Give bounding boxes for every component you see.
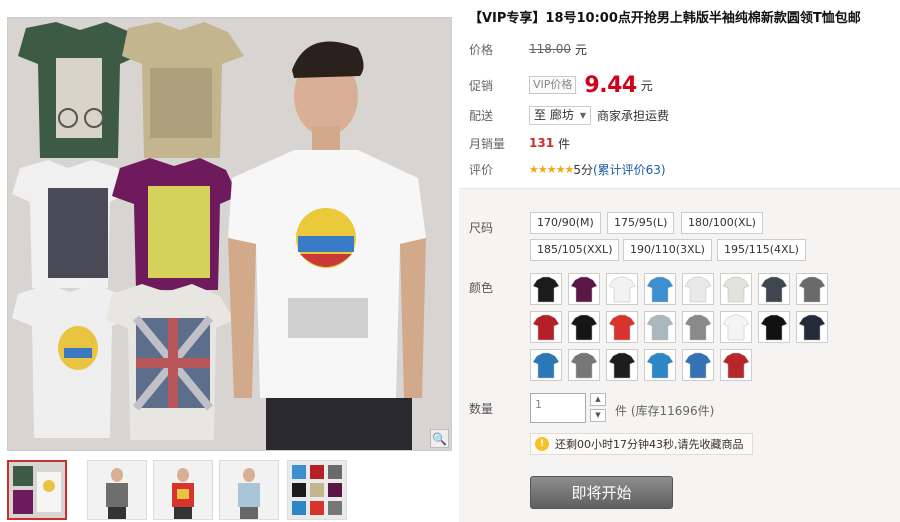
color-swatch[interactable] — [758, 311, 790, 343]
countdown-text: 还剩00小时17分钟43秒,请先收藏商品 — [555, 438, 744, 451]
rating-score: 5分 — [573, 162, 593, 177]
price-unit: 元 — [575, 42, 588, 57]
color-swatch[interactable] — [530, 311, 562, 343]
swatch-shirt-image — [722, 276, 750, 303]
color-swatch[interactable] — [720, 273, 752, 305]
swatch-shirt-image — [760, 314, 788, 341]
swatch-shirt-image — [532, 314, 560, 341]
size-option[interactable]: 175/95(L) — [607, 212, 675, 234]
size-option[interactable]: 195/115(4XL) — [717, 239, 806, 261]
color-swatch[interactable] — [568, 311, 600, 343]
countdown-tip: ! 还剩00小时17分钟43秒,请先收藏商品 — [530, 433, 753, 455]
swatch-shirt-image — [532, 276, 560, 303]
chevron-down-icon: ▼ — [579, 110, 586, 120]
swatch-shirt-image — [608, 276, 636, 303]
swatch-shirt-image — [570, 276, 598, 303]
color-swatch[interactable] — [530, 349, 562, 381]
swatch-shirt-image — [532, 352, 560, 379]
swatch-shirt-image — [722, 352, 750, 379]
swatch-shirt-image — [798, 314, 826, 341]
color-swatch[interactable] — [720, 349, 752, 381]
color-swatch[interactable] — [606, 311, 638, 343]
size-option[interactable]: 185/105(XXL) — [530, 239, 620, 261]
rating-row: 评价 ★★★★★ 5分 (累计评价63) — [469, 158, 666, 180]
quantity-decrease-button[interactable]: ▼ — [590, 409, 606, 422]
color-swatch[interactable] — [682, 273, 714, 305]
shipping-note: 商家承担运费 — [596, 108, 669, 123]
size-label: 尺码 — [469, 221, 494, 235]
price-row: 价格 118.00 元 — [469, 38, 587, 60]
color-swatch[interactable] — [568, 349, 600, 381]
swatch-shirt-image — [608, 352, 636, 379]
destination-select[interactable]: 至 廊坊 ▼ — [529, 105, 591, 125]
swatch-shirt-image — [646, 314, 674, 341]
color-swatch[interactable] — [530, 273, 562, 305]
color-swatch[interactable] — [758, 273, 790, 305]
thumbnail-2[interactable] — [87, 460, 147, 520]
size-option[interactable]: 180/100(XL) — [681, 212, 763, 234]
color-label: 颜色 — [469, 281, 494, 295]
thumbnail-5[interactable] — [287, 460, 347, 520]
swatch-shirt-image — [760, 276, 788, 303]
promo-row: 促销 VIP价格 9.44 元 — [469, 71, 653, 99]
star-rating-icon: ★★★★★ — [529, 162, 574, 176]
swatch-shirt-image — [570, 314, 598, 341]
size-option[interactable]: 190/110(3XL) — [623, 239, 712, 261]
thumbnail-3[interactable] — [153, 460, 213, 520]
sku-panel: 尺码 170/90(M) 175/95(L) 180/100(XL) 185/1… — [459, 188, 900, 522]
original-price: 118.00 — [529, 42, 571, 56]
promo-price: 9.44 — [584, 72, 637, 98]
color-swatch[interactable] — [644, 311, 676, 343]
sales-row: 月销量 131 件 — [469, 132, 570, 154]
swatch-shirt-image — [684, 352, 712, 379]
promo-unit: 元 — [640, 78, 653, 93]
color-swatch[interactable] — [796, 311, 828, 343]
buy-button[interactable]: 即将开始 — [530, 476, 673, 509]
quantity-increase-button[interactable]: ▲ — [590, 393, 606, 406]
sales-count: 131 — [529, 136, 555, 150]
color-swatch[interactable] — [682, 349, 714, 381]
swatch-shirt-image — [798, 276, 826, 303]
color-swatch[interactable] — [644, 349, 676, 381]
product-title: 【VIP专享】18号10:00点开抢男上韩版半袖纯棉新款圆领T恤包邮 — [469, 11, 861, 26]
price-label: 价格 — [469, 42, 494, 57]
shipping-row: 配送 至 廊坊 ▼ 商家承担运费 — [469, 104, 669, 126]
color-swatch[interactable] — [606, 349, 638, 381]
sales-unit: 件 — [558, 136, 571, 151]
swatch-shirt-image — [646, 352, 674, 379]
color-swatch[interactable] — [568, 273, 600, 305]
swatch-shirt-image — [684, 276, 712, 303]
sales-label: 月销量 — [469, 136, 506, 151]
shipping-label: 配送 — [469, 108, 494, 123]
color-swatch[interactable] — [606, 273, 638, 305]
swatch-shirt-image — [684, 314, 712, 341]
rating-label: 评价 — [469, 162, 494, 177]
swatch-shirt-image — [570, 352, 598, 379]
thumbnail-strip — [7, 460, 452, 520]
quantity-label: 数量 — [469, 402, 494, 416]
swatch-shirt-image — [608, 314, 636, 341]
size-option[interactable]: 170/90(M) — [530, 212, 601, 234]
stock-info: 件 (库存11696件) — [615, 404, 715, 418]
product-photo — [8, 18, 451, 450]
swatch-shirt-image — [722, 314, 750, 341]
color-swatch[interactable] — [682, 311, 714, 343]
review-count-link[interactable]: (累计评价63) — [593, 161, 666, 178]
promo-label: 促销 — [469, 78, 494, 93]
color-swatch[interactable] — [644, 273, 676, 305]
color-swatch[interactable] — [720, 311, 752, 343]
main-product-image[interactable]: 🔍 — [7, 17, 452, 451]
vip-price-tag: VIP价格 — [529, 76, 577, 94]
thumbnail-1[interactable] — [7, 460, 67, 520]
bulb-icon: ! — [535, 437, 549, 451]
color-swatch[interactable] — [796, 273, 828, 305]
zoom-icon[interactable]: 🔍 — [430, 429, 449, 448]
thumbnail-4[interactable] — [219, 460, 279, 520]
swatch-shirt-image — [646, 276, 674, 303]
destination-value: 至 廊坊 — [534, 107, 574, 122]
quantity-input[interactable]: 1 — [530, 393, 586, 423]
